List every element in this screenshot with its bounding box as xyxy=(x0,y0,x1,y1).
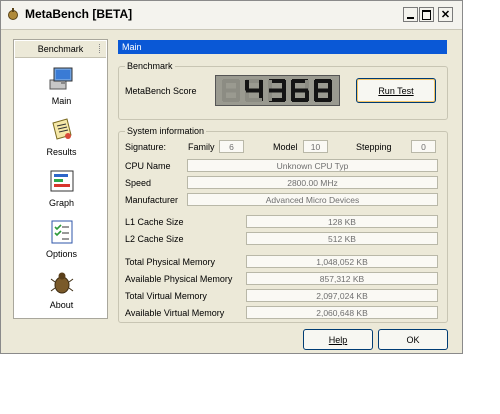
results-scroll-icon xyxy=(51,118,72,140)
family-field: 6 xyxy=(219,140,244,153)
manufacturer-label: Manufacturer xyxy=(125,195,179,205)
available-physical-memory-label: Available Physical Memory xyxy=(125,274,233,284)
ok-button[interactable]: OK xyxy=(378,329,448,350)
options-checklist-icon xyxy=(51,220,72,244)
stepping-field: 0 xyxy=(411,140,436,153)
sidebar-item-label: Graph xyxy=(48,198,74,208)
lcd-segment xyxy=(269,88,285,93)
sidebar-item-graph[interactable]: Graph xyxy=(24,168,99,208)
sidebar-header-label: Benchmark xyxy=(37,44,84,54)
sidebar-item-about[interactable]: About xyxy=(24,270,99,310)
score-lcd-display xyxy=(215,75,340,106)
available-virtual-memory-label: Available Virtual Memory xyxy=(125,308,225,318)
score-label: MetaBench Score xyxy=(125,86,197,96)
lcd-segment xyxy=(223,88,239,93)
help-label: Help xyxy=(328,334,348,345)
l2-cache-field: 512 KB xyxy=(246,232,438,245)
speed-label: Speed xyxy=(125,178,152,188)
l1-cache-label: L1 Cache Size xyxy=(125,217,184,227)
graph-icon xyxy=(50,170,73,192)
sidebar-item-main[interactable]: Main xyxy=(24,66,99,106)
total-physical-memory-field: 1,048,052 KB xyxy=(246,255,438,268)
sidebar-item-label: About xyxy=(49,300,74,310)
family-label: Family xyxy=(188,142,215,152)
sidebar-item-label: Main xyxy=(51,96,72,106)
sidebar-item-options[interactable]: Options xyxy=(24,219,99,259)
maximize-button[interactable] xyxy=(419,7,434,22)
score-digits xyxy=(222,79,332,102)
help-button[interactable]: Help xyxy=(303,329,373,350)
close-icon: ✕ xyxy=(440,9,451,21)
l1-cache-field: 128 KB xyxy=(246,215,438,228)
benchmark-group-title: Benchmark xyxy=(125,61,175,71)
lcd-digit xyxy=(245,79,263,102)
maximize-icon xyxy=(422,9,431,20)
total-physical-memory-label: Total Physical Memory xyxy=(125,257,216,267)
lcd-segment xyxy=(292,88,308,93)
lcd-segment xyxy=(315,88,331,93)
sidebar: Benchmark Main Results Graph Options Abo… xyxy=(13,39,108,319)
cpu-name-label: CPU Name xyxy=(125,161,171,171)
signature-label: Signature: xyxy=(125,142,167,152)
system-info-title: System information xyxy=(125,126,207,136)
run-test-button[interactable]: Run Test xyxy=(356,78,436,103)
sidebar-header: Benchmark xyxy=(15,41,106,58)
main-panel-title: Main xyxy=(122,42,142,52)
window-title: MetaBench [BETA] xyxy=(25,7,133,21)
lcd-segment xyxy=(246,88,262,93)
speed-field: 2800.00 MHz xyxy=(187,176,438,189)
model-label: Model xyxy=(273,142,298,152)
computer-icon xyxy=(49,67,72,90)
about-bug-icon xyxy=(50,272,73,294)
model-field: 10 xyxy=(303,140,328,153)
manufacturer-field: Advanced Micro Devices xyxy=(187,193,438,206)
total-virtual-memory-field: 2,097,024 KB xyxy=(246,289,438,302)
lcd-digit xyxy=(314,79,332,102)
sidebar-item-label: Options xyxy=(45,249,78,259)
cpu-name-field: Unknown CPU Typ xyxy=(187,159,438,172)
close-button[interactable]: ✕ xyxy=(438,7,453,22)
available-physical-memory-field: 857,312 KB xyxy=(246,272,438,285)
total-virtual-memory-label: Total Virtual Memory xyxy=(125,291,207,301)
l2-cache-label: L2 Cache Size xyxy=(125,234,184,244)
lcd-digit xyxy=(291,79,309,102)
grip-icon xyxy=(99,44,102,53)
minimize-icon xyxy=(407,16,414,19)
app-icon xyxy=(8,8,18,20)
run-test-label: Run Test xyxy=(378,85,414,96)
title-bar[interactable]: MetaBench [BETA] ✕ xyxy=(1,1,462,30)
sidebar-item-results[interactable]: Results xyxy=(24,117,99,157)
ok-label: OK xyxy=(406,334,420,345)
metabench-window: MetaBench [BETA] ✕ Benchmark Main Result… xyxy=(0,0,463,354)
stepping-label: Stepping xyxy=(356,142,392,152)
main-panel-header: Main xyxy=(118,40,447,54)
available-virtual-memory-field: 2,060,648 KB xyxy=(246,306,438,319)
sidebar-item-label: Results xyxy=(46,147,77,157)
lcd-digit xyxy=(268,79,286,102)
lcd-digit xyxy=(222,79,240,102)
minimize-button[interactable] xyxy=(403,7,418,22)
